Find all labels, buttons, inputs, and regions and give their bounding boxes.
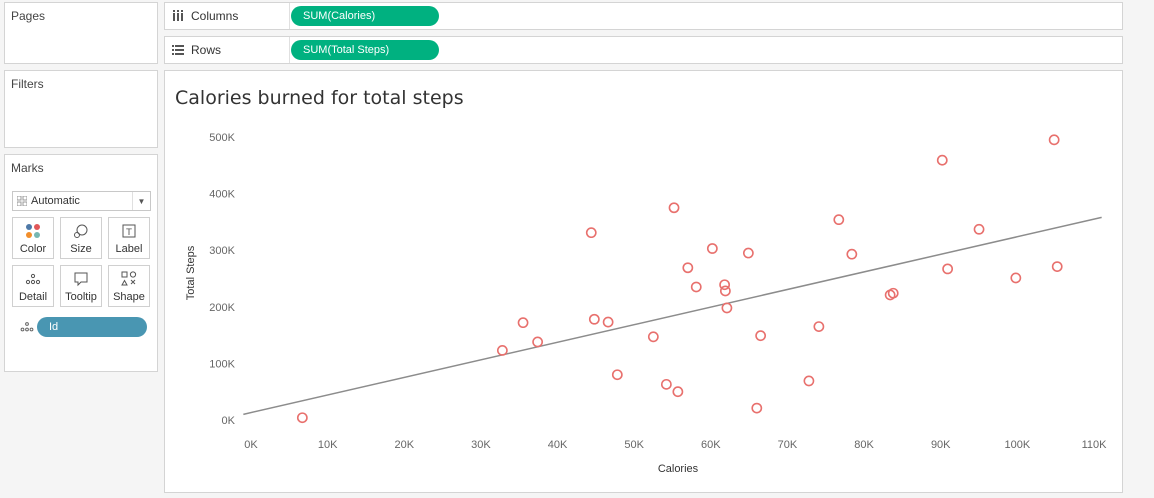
data-point [973, 223, 985, 235]
scatter-plot: 0K 100K 200K 300K 400K 500K 0K 10K 20K 30K 40K 50K 6… [185, 132, 1108, 475]
data-point [846, 248, 858, 260]
rows-shelf[interactable]: Rows SUM(Total Steps) [164, 36, 1123, 64]
data-point [532, 336, 544, 348]
x-tick-label: 60K [701, 439, 721, 451]
color-button[interactable]: Color [12, 217, 54, 259]
y-tick-label: 300K [209, 245, 235, 257]
data-point [296, 412, 308, 424]
x-tick-label: 20K [394, 439, 414, 451]
data-point [719, 285, 731, 297]
detail-label: Detail [18, 291, 48, 303]
marks-card: Marks Automatic ▼ Color Size T Label Det… [4, 154, 158, 372]
color-icon [13, 223, 53, 239]
size-label: Size [70, 243, 92, 255]
tooltip-label: Tooltip [65, 291, 97, 303]
shape-button[interactable]: Shape [108, 265, 150, 307]
x-tick-label: 10K [318, 439, 338, 451]
data-point [496, 344, 508, 356]
data-point [755, 330, 767, 342]
x-tick-label: 50K [624, 439, 644, 451]
data-point [588, 313, 600, 325]
chevron-down-icon[interactable]: ▼ [132, 192, 150, 210]
data-point [682, 262, 694, 274]
data-point [1051, 261, 1063, 273]
marks-title: Marks [11, 161, 44, 175]
data-point [887, 287, 899, 299]
rows-label: Rows [191, 43, 222, 57]
detail-icon [17, 319, 37, 335]
x-tick-label: 0K [244, 439, 258, 451]
id-pill[interactable]: Id [37, 317, 147, 337]
rows-icon [171, 43, 185, 57]
detail-icon [13, 271, 53, 287]
data-point [706, 243, 718, 254]
pages-card[interactable]: Pages [4, 2, 158, 64]
svg-text:T: T [125, 228, 132, 238]
data-point [833, 214, 845, 226]
x-tick-label: 110K [1082, 439, 1108, 451]
shape-icon [109, 271, 149, 287]
x-axis-title: Calories [658, 463, 699, 475]
columns-pill[interactable]: SUM(Calories) [291, 6, 439, 26]
x-tick-label: 100K [1005, 439, 1031, 451]
chart-card: Calories burned for total steps 0K 100K 20… [164, 70, 1123, 493]
pages-title: Pages [11, 9, 46, 23]
data-point [813, 321, 825, 333]
label-button[interactable]: T Label [108, 217, 150, 259]
y-axis-title: Total Steps [185, 245, 197, 300]
y-tick-label: 200K [209, 302, 235, 314]
columns-label: Columns [191, 9, 239, 23]
data-point [611, 369, 623, 381]
size-button[interactable]: Size [60, 217, 102, 259]
data-point [517, 317, 529, 329]
mark-type-value: Automatic [31, 195, 80, 207]
columns-shelf[interactable]: Columns SUM(Calories) [164, 2, 1123, 30]
x-tick-label: 30K [471, 439, 491, 451]
detail-button[interactable]: Detail [12, 265, 54, 307]
rows-shelf-label: Rows [165, 37, 290, 63]
shape-label: Shape [113, 291, 145, 303]
automatic-mark-icon [13, 192, 31, 210]
label-label: Label [115, 243, 143, 255]
rows-pill[interactable]: SUM(Total Steps) [291, 40, 439, 60]
y-tick-label: 400K [209, 189, 235, 201]
data-point [751, 402, 763, 414]
y-tick-label: 0K [222, 415, 236, 427]
data-point [1010, 272, 1022, 284]
data-point [602, 316, 614, 328]
filters-title: Filters [11, 77, 44, 91]
data-point [721, 302, 733, 314]
data-point [942, 263, 954, 275]
data-point [585, 227, 597, 239]
tooltip-icon [61, 271, 101, 287]
x-tick-label: 70K [778, 439, 798, 451]
y-tick-label: 100K [209, 358, 235, 370]
data-point [647, 331, 659, 343]
data-point [690, 281, 702, 293]
data-point [803, 375, 815, 387]
color-label: Color [19, 243, 47, 255]
label-icon: T [109, 223, 149, 239]
x-tick-label: 40K [548, 439, 568, 451]
columns-icon [171, 9, 185, 23]
columns-shelf-label: Columns [165, 3, 290, 29]
mark-type-dropdown[interactable]: Automatic ▼ [12, 191, 151, 211]
data-point [936, 154, 948, 166]
size-icon [61, 223, 101, 239]
detail-field-row: Id [17, 317, 147, 337]
data-point [668, 202, 680, 214]
data-point [1048, 134, 1060, 146]
tooltip-button[interactable]: Tooltip [60, 265, 102, 307]
filters-card[interactable]: Filters [4, 70, 158, 148]
x-tick-label: 90K [931, 439, 951, 451]
x-tick-label: 80K [854, 439, 874, 451]
y-tick-label: 500K [209, 132, 235, 144]
data-point [672, 386, 684, 398]
trend-line [243, 216, 1102, 416]
data-point [660, 378, 672, 390]
data-point [742, 247, 754, 259]
